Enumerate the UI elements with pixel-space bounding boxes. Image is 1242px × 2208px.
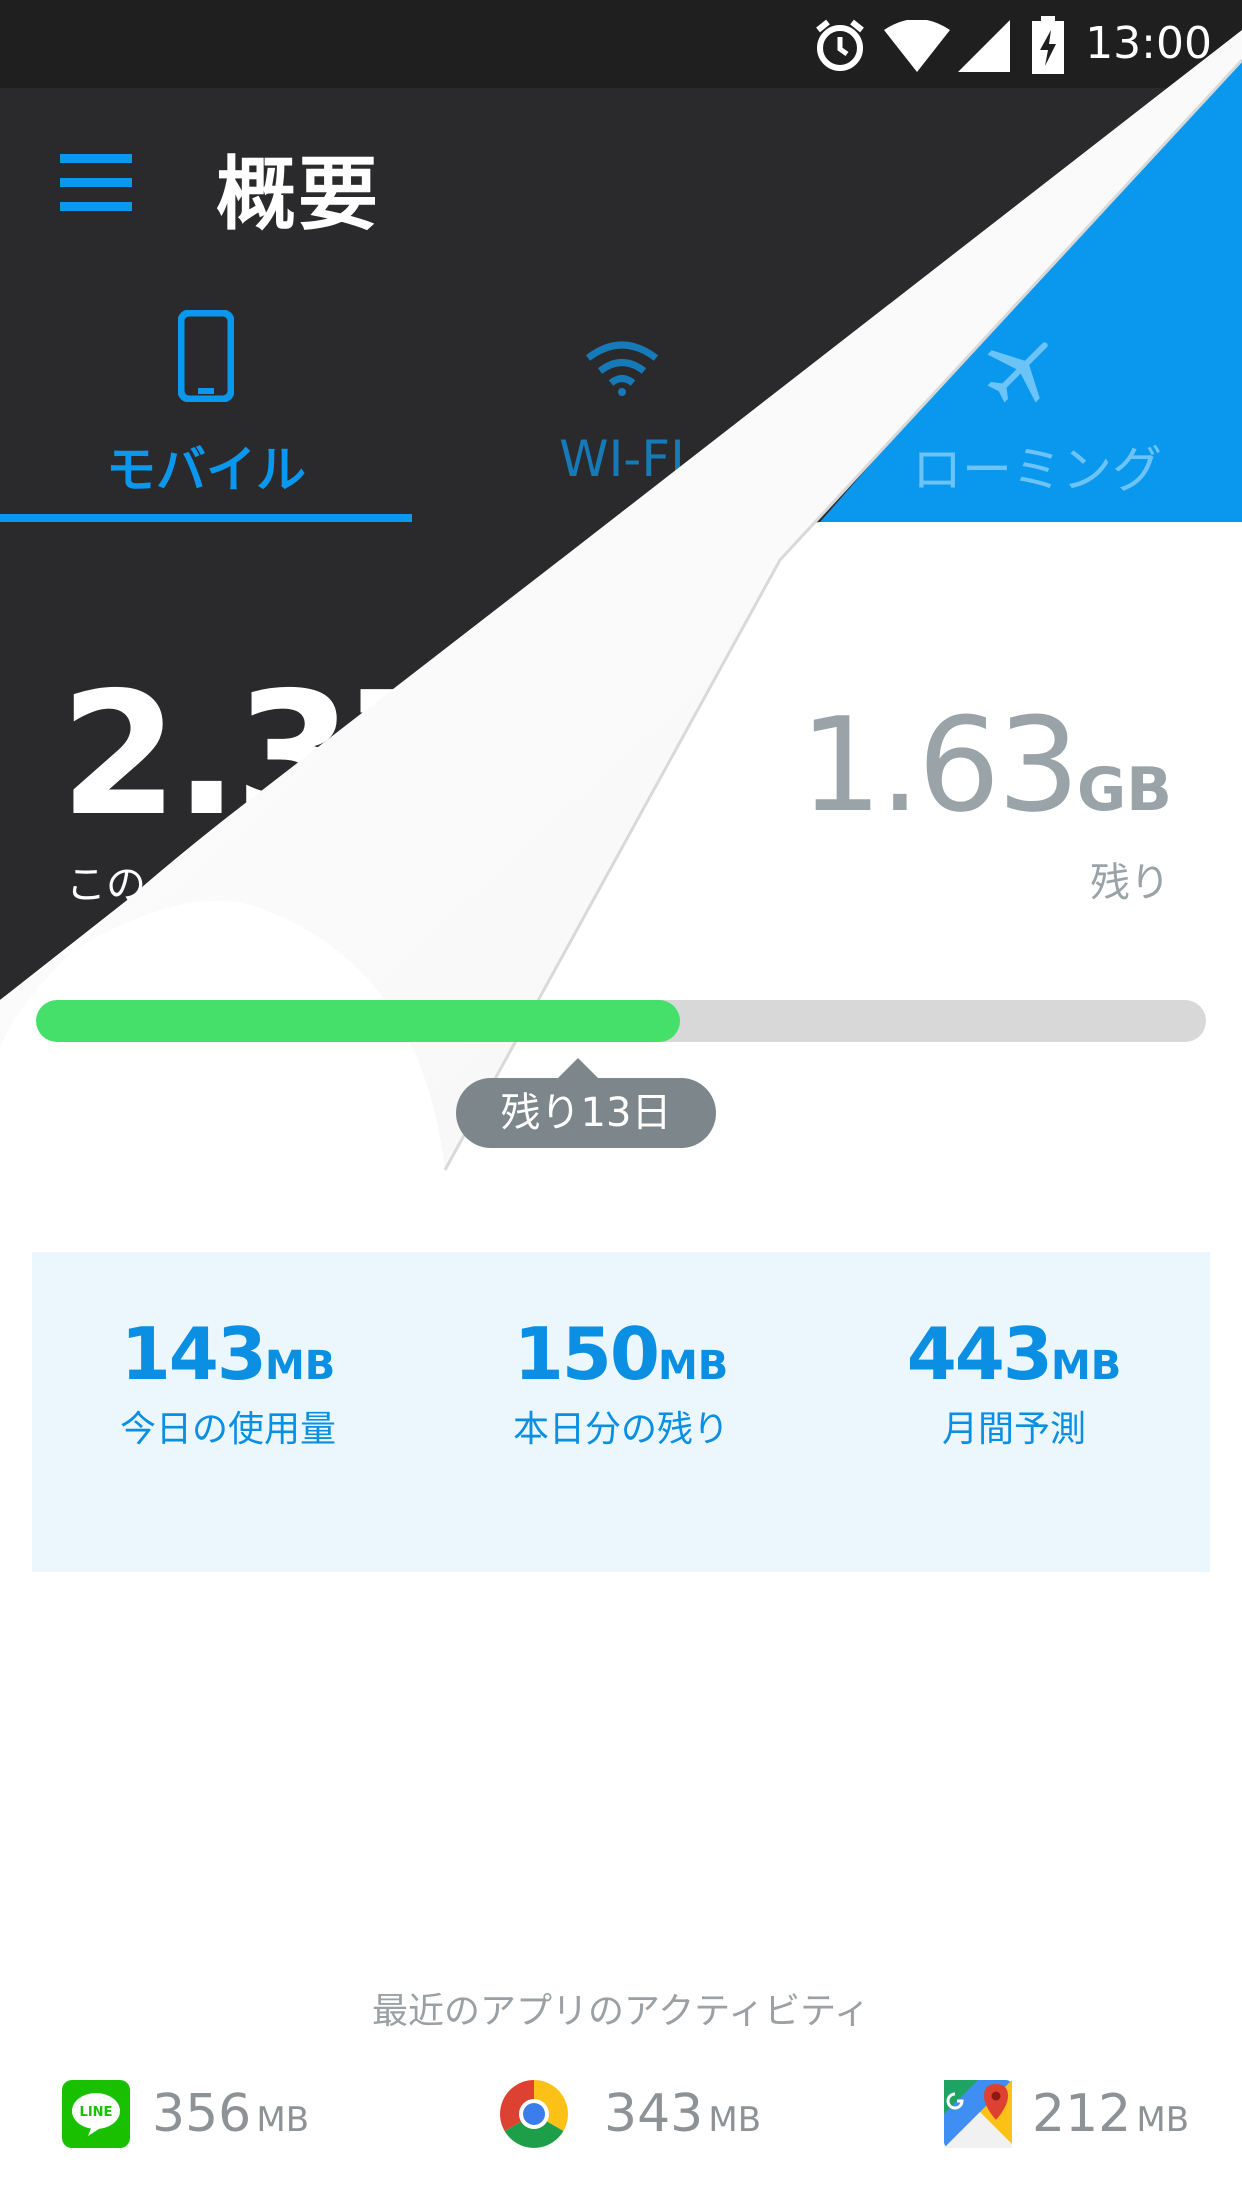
stat-value: 150 — [513, 1312, 660, 1396]
wifi-icon — [585, 341, 659, 396]
remaining-data-unit: GB — [1077, 755, 1172, 825]
recent-apps-title: 最近のアプリのアクティビティ — [372, 1991, 870, 2032]
page-title: 概要 — [216, 148, 380, 241]
recent-app-line[interactable]: LINE 356 MB — [62, 2080, 362, 2150]
line-app-icon: LINE — [62, 2080, 130, 2148]
data-usage-progress — [36, 1000, 1206, 1042]
stat-unit: MB — [265, 1343, 336, 1389]
google-maps-app-icon — [944, 2080, 1012, 2148]
remaining-data: 1.63GB — [800, 700, 1172, 830]
stat-today-remaining: 150MB 本日分の残り — [425, 1312, 817, 1452]
app-usage: 212 MB — [1032, 2084, 1189, 2144]
recent-app-google-maps[interactable]: 212 MB — [944, 2080, 1224, 2150]
app-usage-unit: MB — [708, 2100, 762, 2140]
app-usage-value: 212 — [1032, 2084, 1132, 2144]
app-usage: 356 MB — [152, 2084, 309, 2144]
tab-indicator — [0, 514, 412, 522]
tab-roaming-label: ローミング — [912, 441, 1162, 499]
stat-today-usage: 143MB 今日の使用量 — [32, 1312, 424, 1452]
hamburger-menu-icon — [60, 154, 132, 211]
stat-value: 143 — [120, 1312, 267, 1396]
tab-roaming[interactable]: ローミング — [832, 290, 1242, 520]
remaining-data-caption: 残り — [1090, 860, 1170, 906]
chrome-app-icon — [500, 2080, 568, 2148]
stat-value: 443 — [906, 1312, 1053, 1396]
app-usage-value: 356 — [152, 2084, 252, 2144]
stat-label: 今日の使用量 — [119, 1409, 336, 1450]
recent-app-chrome[interactable]: 343 MB — [500, 2080, 800, 2150]
stat-label: 本日分の残り — [512, 1409, 729, 1450]
stat-unit: MB — [658, 1343, 729, 1389]
tab-wifi-label: WI-FI — [559, 430, 685, 488]
app-usage-unit: MB — [1136, 2100, 1190, 2140]
days-left-badge: 残り13日 — [456, 1078, 716, 1148]
line-icon-text: LINE — [80, 2105, 113, 2120]
phone-icon — [178, 310, 234, 402]
stat-monthly-forecast: 443MB 月間予測 — [818, 1312, 1210, 1452]
app-usage-value: 343 — [604, 2084, 704, 2144]
remaining-data-value: 1.63 — [799, 689, 1080, 841]
tab-wifi[interactable]: WI-FI — [412, 290, 832, 520]
tab-mobile-label: モバイル — [106, 441, 306, 499]
tab-mobile[interactable]: モバイル — [0, 290, 412, 520]
page-curl-reveal — [0, 40, 1242, 1100]
stat-unit: MB — [1051, 1343, 1122, 1389]
airplane-icon — [987, 342, 1048, 403]
menu-button[interactable] — [60, 150, 142, 216]
app-usage: 343 MB — [604, 2084, 761, 2144]
used-data-caption: この — [66, 862, 146, 908]
used-data-value: 2.37 — [60, 656, 467, 854]
daily-summary-card: 143MB 今日の使用量 150MB 本日分の残り 443MB 月間予測 — [32, 1252, 1210, 1572]
app-usage-unit: MB — [256, 2100, 310, 2140]
data-usage-progress-fill — [36, 1000, 680, 1042]
stat-label: 月間予測 — [941, 1409, 1086, 1450]
days-left-pointer — [556, 1058, 600, 1080]
